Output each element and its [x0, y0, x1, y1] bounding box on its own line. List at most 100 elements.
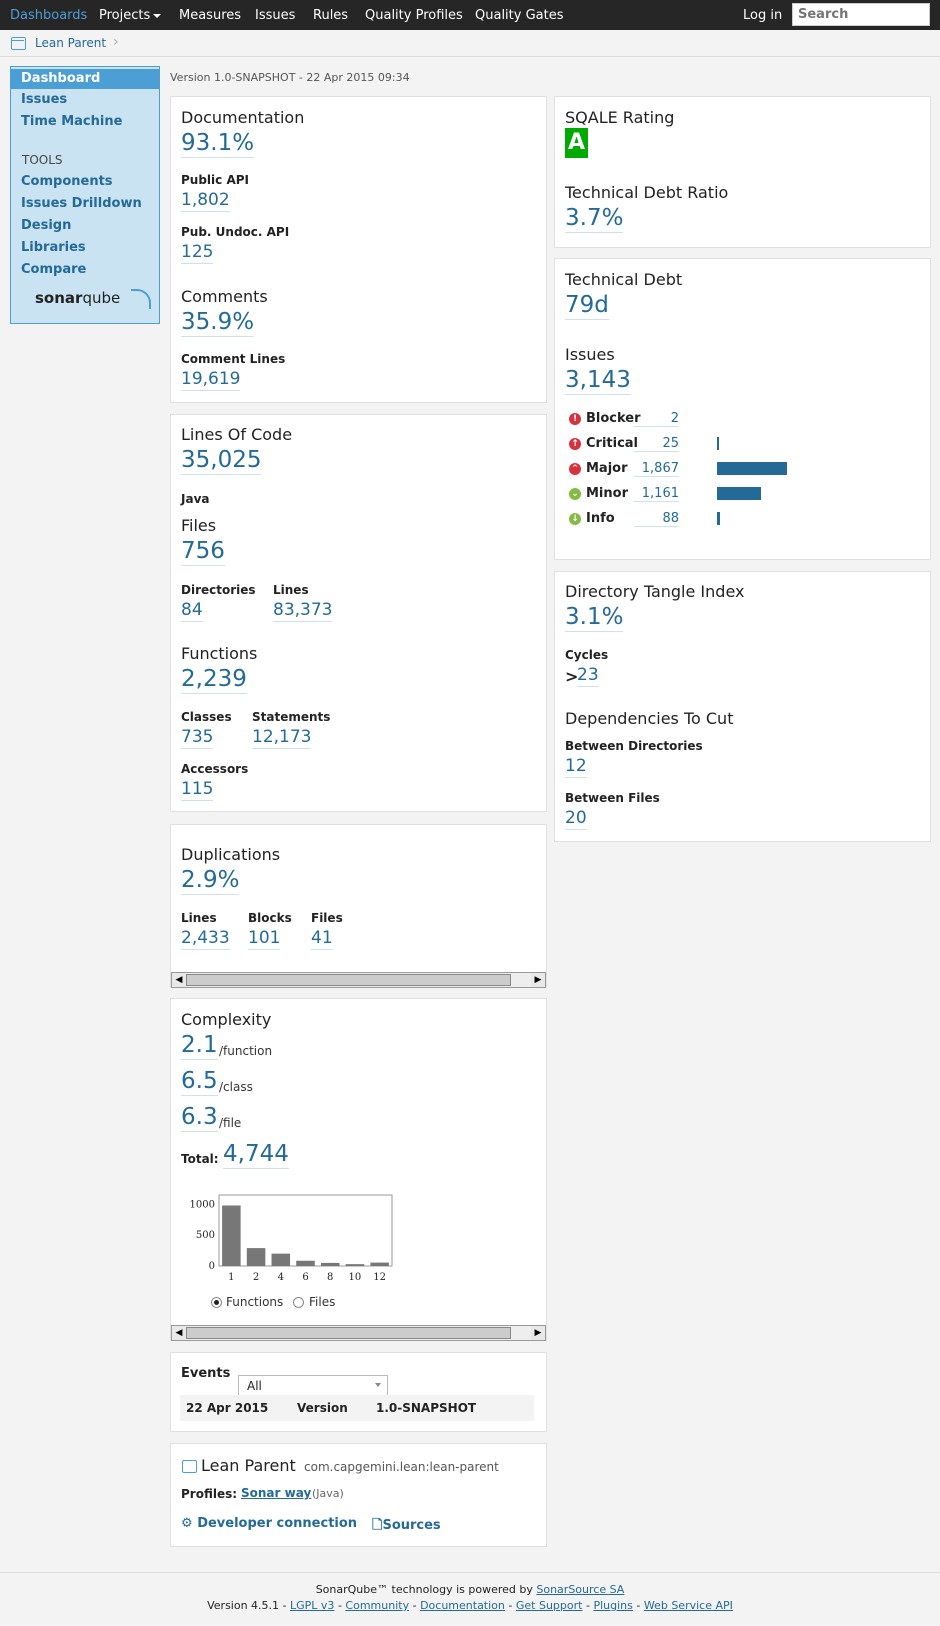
complexity-total-label: Total: [181, 1152, 219, 1166]
severity-count-blocker[interactable]: 2 [634, 411, 679, 427]
footer-link-webservice[interactable]: Web Service API [644, 1599, 733, 1612]
footer-link-community[interactable]: Community [345, 1599, 409, 1612]
profiles-label-text: Profiles: [181, 1487, 238, 1501]
nav-quality-profiles[interactable]: Quality Profiles [365, 8, 463, 23]
chart-x-tick: 6 [302, 1272, 308, 1283]
profile-link[interactable]: Sonar way [241, 1486, 311, 1500]
nav-measures[interactable]: Measures [179, 8, 241, 23]
functions-value[interactable]: 2,239 [181, 666, 247, 694]
events-label: Events [181, 1366, 231, 1381]
dup-files-value[interactable]: 41 [311, 928, 333, 950]
scrollbar-thumb[interactable] [186, 974, 511, 986]
nav-projects-label: Projects [99, 8, 151, 23]
radio-functions[interactable] [211, 1297, 222, 1308]
complexity-per-function[interactable]: 2.1 [181, 1032, 218, 1060]
severity-count-critical[interactable]: 25 [634, 436, 679, 452]
nav-dashboards[interactable]: Dashboards [10, 8, 87, 23]
complexity-per-class[interactable]: 6.5 [181, 1068, 218, 1096]
accessors-value[interactable]: 115 [181, 779, 214, 801]
sonarqube-logo[interactable]: sonarqube [35, 289, 120, 307]
comment-lines-value[interactable]: 19,619 [181, 369, 241, 391]
chevron-down-icon [375, 1383, 381, 1387]
horizontal-scrollbar[interactable]: ◀ ▶ [171, 972, 546, 988]
footer-link-license[interactable]: LGPL v3 [290, 1599, 334, 1612]
sidebar-item-components[interactable]: Components [21, 174, 113, 189]
footer-link-plugins[interactable]: Plugins [593, 1599, 632, 1612]
technical-debt-value[interactable]: 79d [565, 292, 609, 320]
breadcrumb-project-link[interactable]: Lean Parent [35, 36, 106, 50]
scroll-left-icon[interactable]: ◀ [172, 1326, 186, 1340]
footer-link-documentation[interactable]: Documentation [420, 1599, 505, 1612]
files-value[interactable]: 756 [181, 538, 225, 566]
sources-link[interactable]: 🗋Sources [372, 1516, 441, 1538]
severity-label-critical: Critical [586, 436, 639, 451]
per-function-unit: /function [219, 1044, 273, 1058]
nav-rules[interactable]: Rules [313, 8, 348, 23]
loc-value[interactable]: 35,025 [181, 447, 262, 475]
dup-blocks-value[interactable]: 101 [248, 928, 281, 950]
radio-files[interactable] [293, 1297, 304, 1308]
nav-projects[interactable]: Projects [99, 8, 162, 23]
sidebar-item-time-machine[interactable]: Time Machine [21, 114, 122, 129]
scroll-right-icon[interactable]: ▶ [531, 973, 545, 987]
public-api-value[interactable]: 1,802 [181, 190, 230, 212]
events-widget: Events All 22 Apr 2015 Version 1.0-SNAPS… [170, 1352, 547, 1432]
severity-count-info[interactable]: 88 [634, 511, 679, 527]
complexity-total-value[interactable]: 4,744 [223, 1141, 289, 1169]
technical-debt-title: Technical Debt [565, 270, 683, 289]
developer-connection-link[interactable]: ⚙ Developer connection [181, 1516, 357, 1531]
document-icon: 🗋 [372, 1518, 383, 1533]
sources-label: Sources [382, 1518, 441, 1533]
sidebar-item-dashboard[interactable]: Dashboard [11, 69, 159, 89]
footer-company-link[interactable]: SonarSource SA [536, 1583, 624, 1596]
classes-value[interactable]: 735 [181, 727, 214, 749]
between-dirs-value[interactable]: 12 [565, 756, 587, 778]
search-input[interactable] [792, 3, 930, 26]
cycles-value[interactable]: 23 [577, 665, 599, 687]
scrollbar-thumb[interactable] [186, 1327, 511, 1339]
dup-lines-value[interactable]: 2,433 [181, 928, 230, 950]
chart-y-tick: 1000 [190, 1199, 215, 1210]
project-key: com.capgemini.lean:lean-parent [304, 1460, 499, 1474]
size-widget: Lines Of Code 35,025 Java Files 756 Dire… [170, 414, 547, 812]
horizontal-scrollbar-complexity[interactable]: ◀ ▶ [171, 1325, 546, 1341]
sidebar-item-issues[interactable]: Issues [21, 92, 67, 107]
lines-value[interactable]: 83,373 [273, 600, 333, 622]
severity-label-minor: Minor [586, 486, 628, 501]
between-dirs-label: Between Directories [565, 739, 703, 753]
project-icon [182, 1460, 197, 1473]
scroll-left-icon[interactable]: ◀ [172, 973, 186, 987]
nav-quality-gates[interactable]: Quality Gates [475, 8, 564, 23]
issues-value[interactable]: 3,143 [565, 367, 631, 395]
severity-count-minor[interactable]: 1,161 [634, 486, 679, 502]
nav-issues[interactable]: Issues [255, 8, 295, 23]
statements-value[interactable]: 12,173 [252, 727, 312, 749]
top-navigation-bar: Dashboards Projects Measures Issues Rule… [0, 0, 940, 30]
duplications-value[interactable]: 2.9% [181, 867, 240, 895]
footer-link-support[interactable]: Get Support [516, 1599, 583, 1612]
events-filter-select[interactable]: All [238, 1375, 388, 1396]
radio-files-label: Files [309, 1295, 336, 1309]
sidebar-item-design[interactable]: Design [21, 218, 71, 233]
chart-plot-area [218, 1194, 393, 1267]
complexity-per-file[interactable]: 6.3 [181, 1104, 218, 1132]
severity-count-major[interactable]: 1,867 [634, 461, 679, 477]
tangle-value[interactable]: 3.1% [565, 604, 624, 632]
undoc-api-value[interactable]: 125 [181, 242, 214, 264]
directories-value[interactable]: 84 [181, 600, 203, 622]
scroll-right-icon[interactable]: ▶ [531, 1326, 545, 1340]
complexity-title: Complexity [181, 1010, 272, 1029]
between-files-value[interactable]: 20 [565, 808, 587, 830]
sqale-rating-badge[interactable]: A [565, 128, 588, 158]
deps-to-cut-title: Dependencies To Cut [565, 709, 734, 728]
events-filter-value: All [247, 1379, 262, 1393]
debt-ratio-value[interactable]: 3.7% [565, 205, 624, 233]
sidebar-item-issues-drilldown[interactable]: Issues Drilldown [21, 196, 142, 211]
comments-value[interactable]: 35.9% [181, 309, 255, 337]
per-class-unit: /class [219, 1080, 253, 1094]
sidebar-item-libraries[interactable]: Libraries [21, 240, 86, 255]
documentation-value[interactable]: 93.1% [181, 130, 255, 158]
login-link[interactable]: Log in [743, 8, 782, 23]
sidebar-item-compare[interactable]: Compare [21, 262, 86, 277]
chart-x-tick: 1 [228, 1272, 234, 1283]
